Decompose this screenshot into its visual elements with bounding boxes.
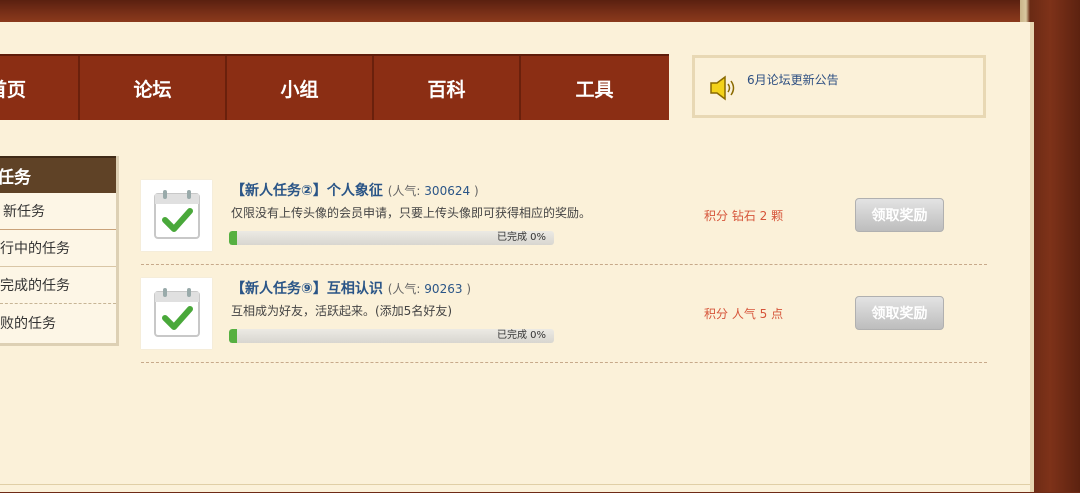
nav-item-home[interactable]: 首页: [0, 56, 80, 120]
sidebar-item-label: 进行中的任务: [0, 241, 70, 257]
popularity-close: ): [473, 184, 479, 198]
task-reward: 积分 人气 5 点: [704, 307, 784, 321]
progress-bar: 已完成 0%: [229, 329, 554, 343]
nav-item-wiki[interactable]: 百科: [374, 56, 521, 120]
nav-item-label: 小组: [280, 78, 319, 101]
progress-fill: [229, 329, 237, 343]
popularity-label: (人气:: [387, 184, 421, 198]
task-title[interactable]: 【新人任务②】个人象征 (人气: 300624 ): [231, 180, 479, 200]
popularity-value: 300624: [424, 184, 471, 198]
task-title[interactable]: 【新人任务⑨】互相认识 (人气: 90263 ): [231, 278, 471, 298]
task-description: 互相成为好友，活跃起来。(添加5名好友): [231, 304, 452, 318]
nav-item-label: 论坛: [133, 78, 172, 101]
calendar-check-icon: [141, 180, 212, 251]
progress-text: 已完成 0%: [496, 330, 546, 341]
sidebar-item-label: 新任务: [3, 204, 45, 220]
calendar-check-icon: [141, 278, 212, 349]
announcement-box: 6月论坛更新公告: [692, 55, 986, 118]
progress-bar: 已完成 0%: [229, 231, 554, 245]
sidebar-title-text: 任务: [0, 168, 31, 188]
announcement-link[interactable]: 6月论坛更新公告: [747, 71, 839, 88]
nav-item-label: 百科: [427, 78, 466, 101]
popularity-close: ): [466, 282, 471, 296]
task-title-text: 【新人任务⑨】互相认识: [231, 281, 383, 297]
task-row: 【新人任务②】个人象征 (人气: 300624 ) 仅限没有上传头像的会员申请，…: [141, 180, 987, 265]
task-reward: 积分 钻石 2 颗: [704, 209, 784, 223]
nav-item-tools[interactable]: 工具: [521, 56, 668, 120]
popularity-value: 90263: [424, 282, 463, 296]
sidebar-item-completed[interactable]: 已完成的任务: [0, 267, 116, 304]
sidebar-title: 任务: [0, 156, 116, 193]
nav-item-label: 工具: [575, 78, 614, 101]
task-row: 【新人任务⑨】互相认识 (人气: 90263 ) 互相成为好友，活跃起来。(添加…: [141, 278, 987, 363]
popularity-label: (人气:: [387, 282, 421, 296]
nav-item-label: 首页: [0, 78, 27, 101]
task-title-text: 【新人任务②】个人象征: [231, 183, 383, 199]
claim-reward-button[interactable]: 领取奖励: [855, 296, 944, 330]
task-sidebar: 任务 新任务 进行中的任务 已完成的任务 失败的任务: [0, 156, 119, 346]
sidebar-item-label: 失败的任务: [0, 315, 56, 332]
sidebar-item-new[interactable]: 新任务: [0, 193, 116, 230]
nav-item-group[interactable]: 小组: [227, 56, 374, 120]
sidebar-item-label: 已完成的任务: [0, 278, 70, 294]
speaker-icon: [710, 75, 735, 101]
task-popularity: (人气: 300624 ): [388, 184, 479, 198]
frame-top: [0, 0, 1080, 22]
progress-fill: [229, 231, 237, 245]
sidebar-item-failed[interactable]: 失败的任务: [0, 304, 116, 341]
nav-item-forum[interactable]: 论坛: [80, 56, 227, 120]
progress-text: 已完成 0%: [496, 232, 546, 243]
claim-reward-button[interactable]: 领取奖励: [855, 198, 944, 232]
task-description: 仅限没有上传头像的会员申请，只要上传头像即可获得相应的奖励。: [231, 206, 592, 220]
main-nav: 首页 论坛 小组 百科 工具: [0, 54, 669, 120]
task-popularity: (人气: 90263 ): [388, 282, 471, 296]
sidebar-item-in-progress[interactable]: 进行中的任务: [0, 230, 116, 267]
